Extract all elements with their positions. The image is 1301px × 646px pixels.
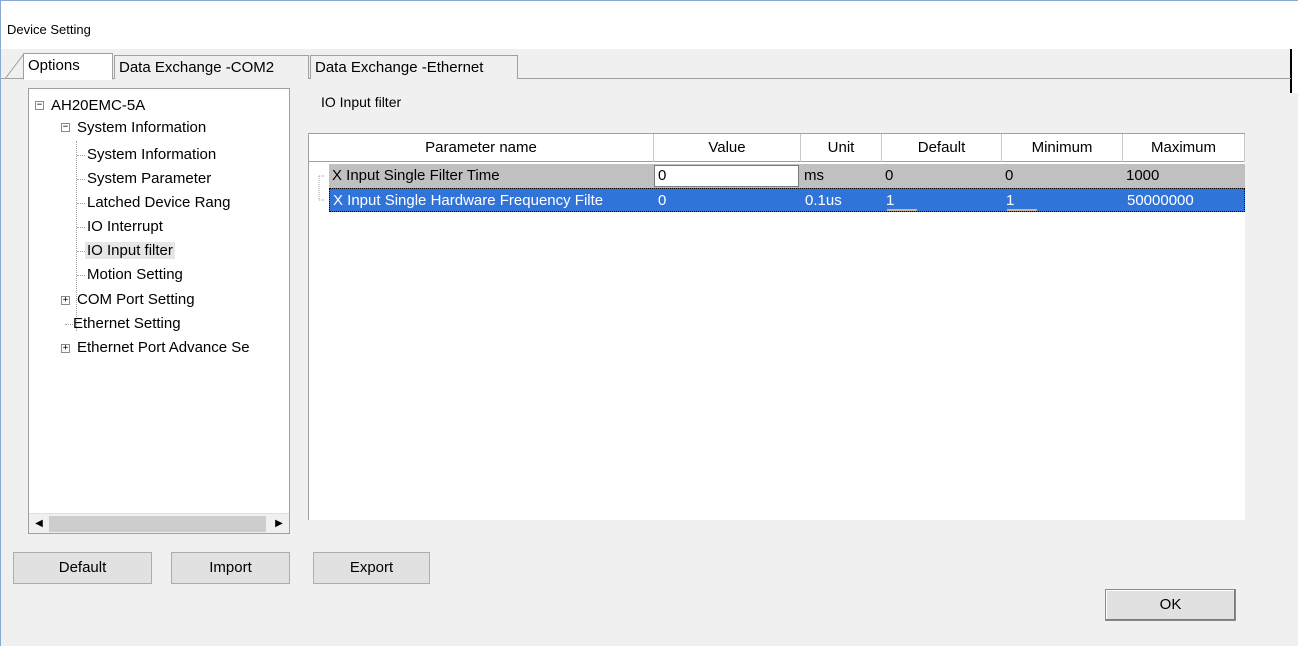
title-bar: Device Setting — [1, 1, 1298, 49]
tree-child-label: IO Interrupt — [87, 218, 163, 235]
tree-item-system-information[interactable]: System Information — [87, 144, 216, 166]
row-gutter — [309, 164, 331, 201]
default-button[interactable]: Default — [13, 552, 152, 584]
tree-group-label: Ethernet Port Advance Se — [77, 339, 250, 356]
device-setting-window: Device Setting Options Data Exchange -CO… — [0, 0, 1298, 646]
tree-child-label: Latched Device Rang — [87, 194, 231, 211]
scroll-left-icon[interactable]: ◀ — [30, 515, 48, 533]
tree-connector — [77, 203, 85, 204]
row-tree-connector — [318, 175, 325, 201]
window-edge-mark — [1290, 49, 1298, 93]
default-marker — [887, 209, 917, 211]
scroll-thumb[interactable] — [49, 516, 266, 532]
tree-child-label: Motion Setting — [87, 266, 183, 283]
tree-group-label: COM Port Setting — [77, 291, 195, 308]
column-header-default[interactable]: Default — [882, 134, 1002, 162]
column-header-parameter-name[interactable]: Parameter name — [309, 134, 654, 162]
tree-connector — [77, 155, 85, 156]
cell-unit: ms — [804, 167, 824, 184]
minimum-marker — [1007, 209, 1037, 211]
settings-tree[interactable]: − AH20EMC-5A − System Information System… — [28, 88, 290, 534]
column-header-minimum[interactable]: Minimum — [1002, 134, 1123, 162]
tab-options-label: Options — [28, 57, 80, 74]
expand-icon[interactable]: + — [61, 296, 70, 305]
ok-button[interactable]: OK — [1105, 589, 1236, 621]
cell-maximum: 1000 — [1126, 167, 1160, 184]
cell-maximum: 50000000 — [1127, 192, 1194, 209]
cell-parameter-name: X Input Single Filter Time — [332, 167, 500, 184]
tree-child-label: System Information — [87, 146, 217, 163]
expand-icon[interactable]: + — [61, 344, 70, 353]
grid-header: Parameter name Value Unit Default Minimu… — [309, 134, 1245, 162]
scroll-right-icon[interactable]: ▶ — [270, 515, 288, 533]
tree-connector — [77, 251, 85, 252]
cell-unit: 0.1us — [805, 192, 842, 209]
table-row[interactable]: X Input Single Filter Time 0 ms 0 0 1000 — [329, 164, 1245, 188]
tree-item-io-input-filter[interactable]: IO Input filter — [85, 240, 175, 262]
tree-item-io-interrupt[interactable]: IO Interrupt — [87, 216, 163, 238]
value-input[interactable]: 0 — [654, 165, 799, 187]
column-header-unit[interactable]: Unit — [801, 134, 882, 162]
table-row-selected[interactable]: X Input Single Hardware Frequency Filte … — [329, 188, 1245, 212]
tab-data-exchange-ethernet[interactable]: Data Exchange -Ethernet — [310, 55, 518, 79]
tree-child-label-selected: IO Input filter — [85, 242, 175, 259]
tree-horizontal-scrollbar[interactable]: ◀ ▶ — [29, 513, 289, 533]
collapse-icon[interactable]: − — [61, 123, 70, 132]
tab-ethernet-label: Data Exchange -Ethernet — [315, 59, 484, 76]
cell-minimum: 0 — [1005, 167, 1014, 184]
tab-slant-decoration — [5, 55, 24, 79]
section-title: IO Input filter — [321, 94, 402, 110]
tab-com2-label: Data Exchange -COM2 — [119, 59, 275, 76]
tab-options[interactable]: Options — [23, 53, 113, 80]
tree-item-latched-device-range[interactable]: Latched Device Rang — [87, 192, 230, 214]
cell-parameter-name: X Input Single Hardware Frequency Filte — [333, 192, 604, 209]
tree-root-label: AH20EMC-5A — [51, 97, 146, 114]
tab-strip: Options Data Exchange -COM2 Data Exchang… — [1, 51, 1291, 80]
collapse-icon[interactable]: − — [35, 101, 44, 110]
import-button[interactable]: Import — [171, 552, 290, 584]
tree-connector — [77, 275, 85, 276]
cell-value[interactable]: 0 — [655, 189, 800, 213]
tree-item-system-parameter[interactable]: System Parameter — [87, 168, 211, 190]
tree-connector — [65, 324, 73, 325]
tree-item-motion-setting[interactable]: Motion Setting — [87, 264, 183, 286]
parameter-grid[interactable]: Parameter name Value Unit Default Minimu… — [308, 133, 1245, 520]
tree-item-ethernet-setting[interactable]: Ethernet Setting — [73, 313, 181, 335]
column-header-value[interactable]: Value — [654, 134, 801, 162]
window-title: Device Setting — [7, 22, 91, 37]
tree-child-label: System Parameter — [87, 170, 212, 187]
tab-data-exchange-com2[interactable]: Data Exchange -COM2 — [114, 55, 309, 79]
cell-default: 0 — [885, 167, 894, 184]
tree-group-label: Ethernet Setting — [73, 315, 181, 332]
tree-connector — [77, 227, 85, 228]
tree-connector — [77, 179, 85, 180]
tree-group-label: System Information — [77, 119, 207, 136]
column-header-maximum[interactable]: Maximum — [1123, 134, 1245, 162]
export-button[interactable]: Export — [313, 552, 430, 584]
